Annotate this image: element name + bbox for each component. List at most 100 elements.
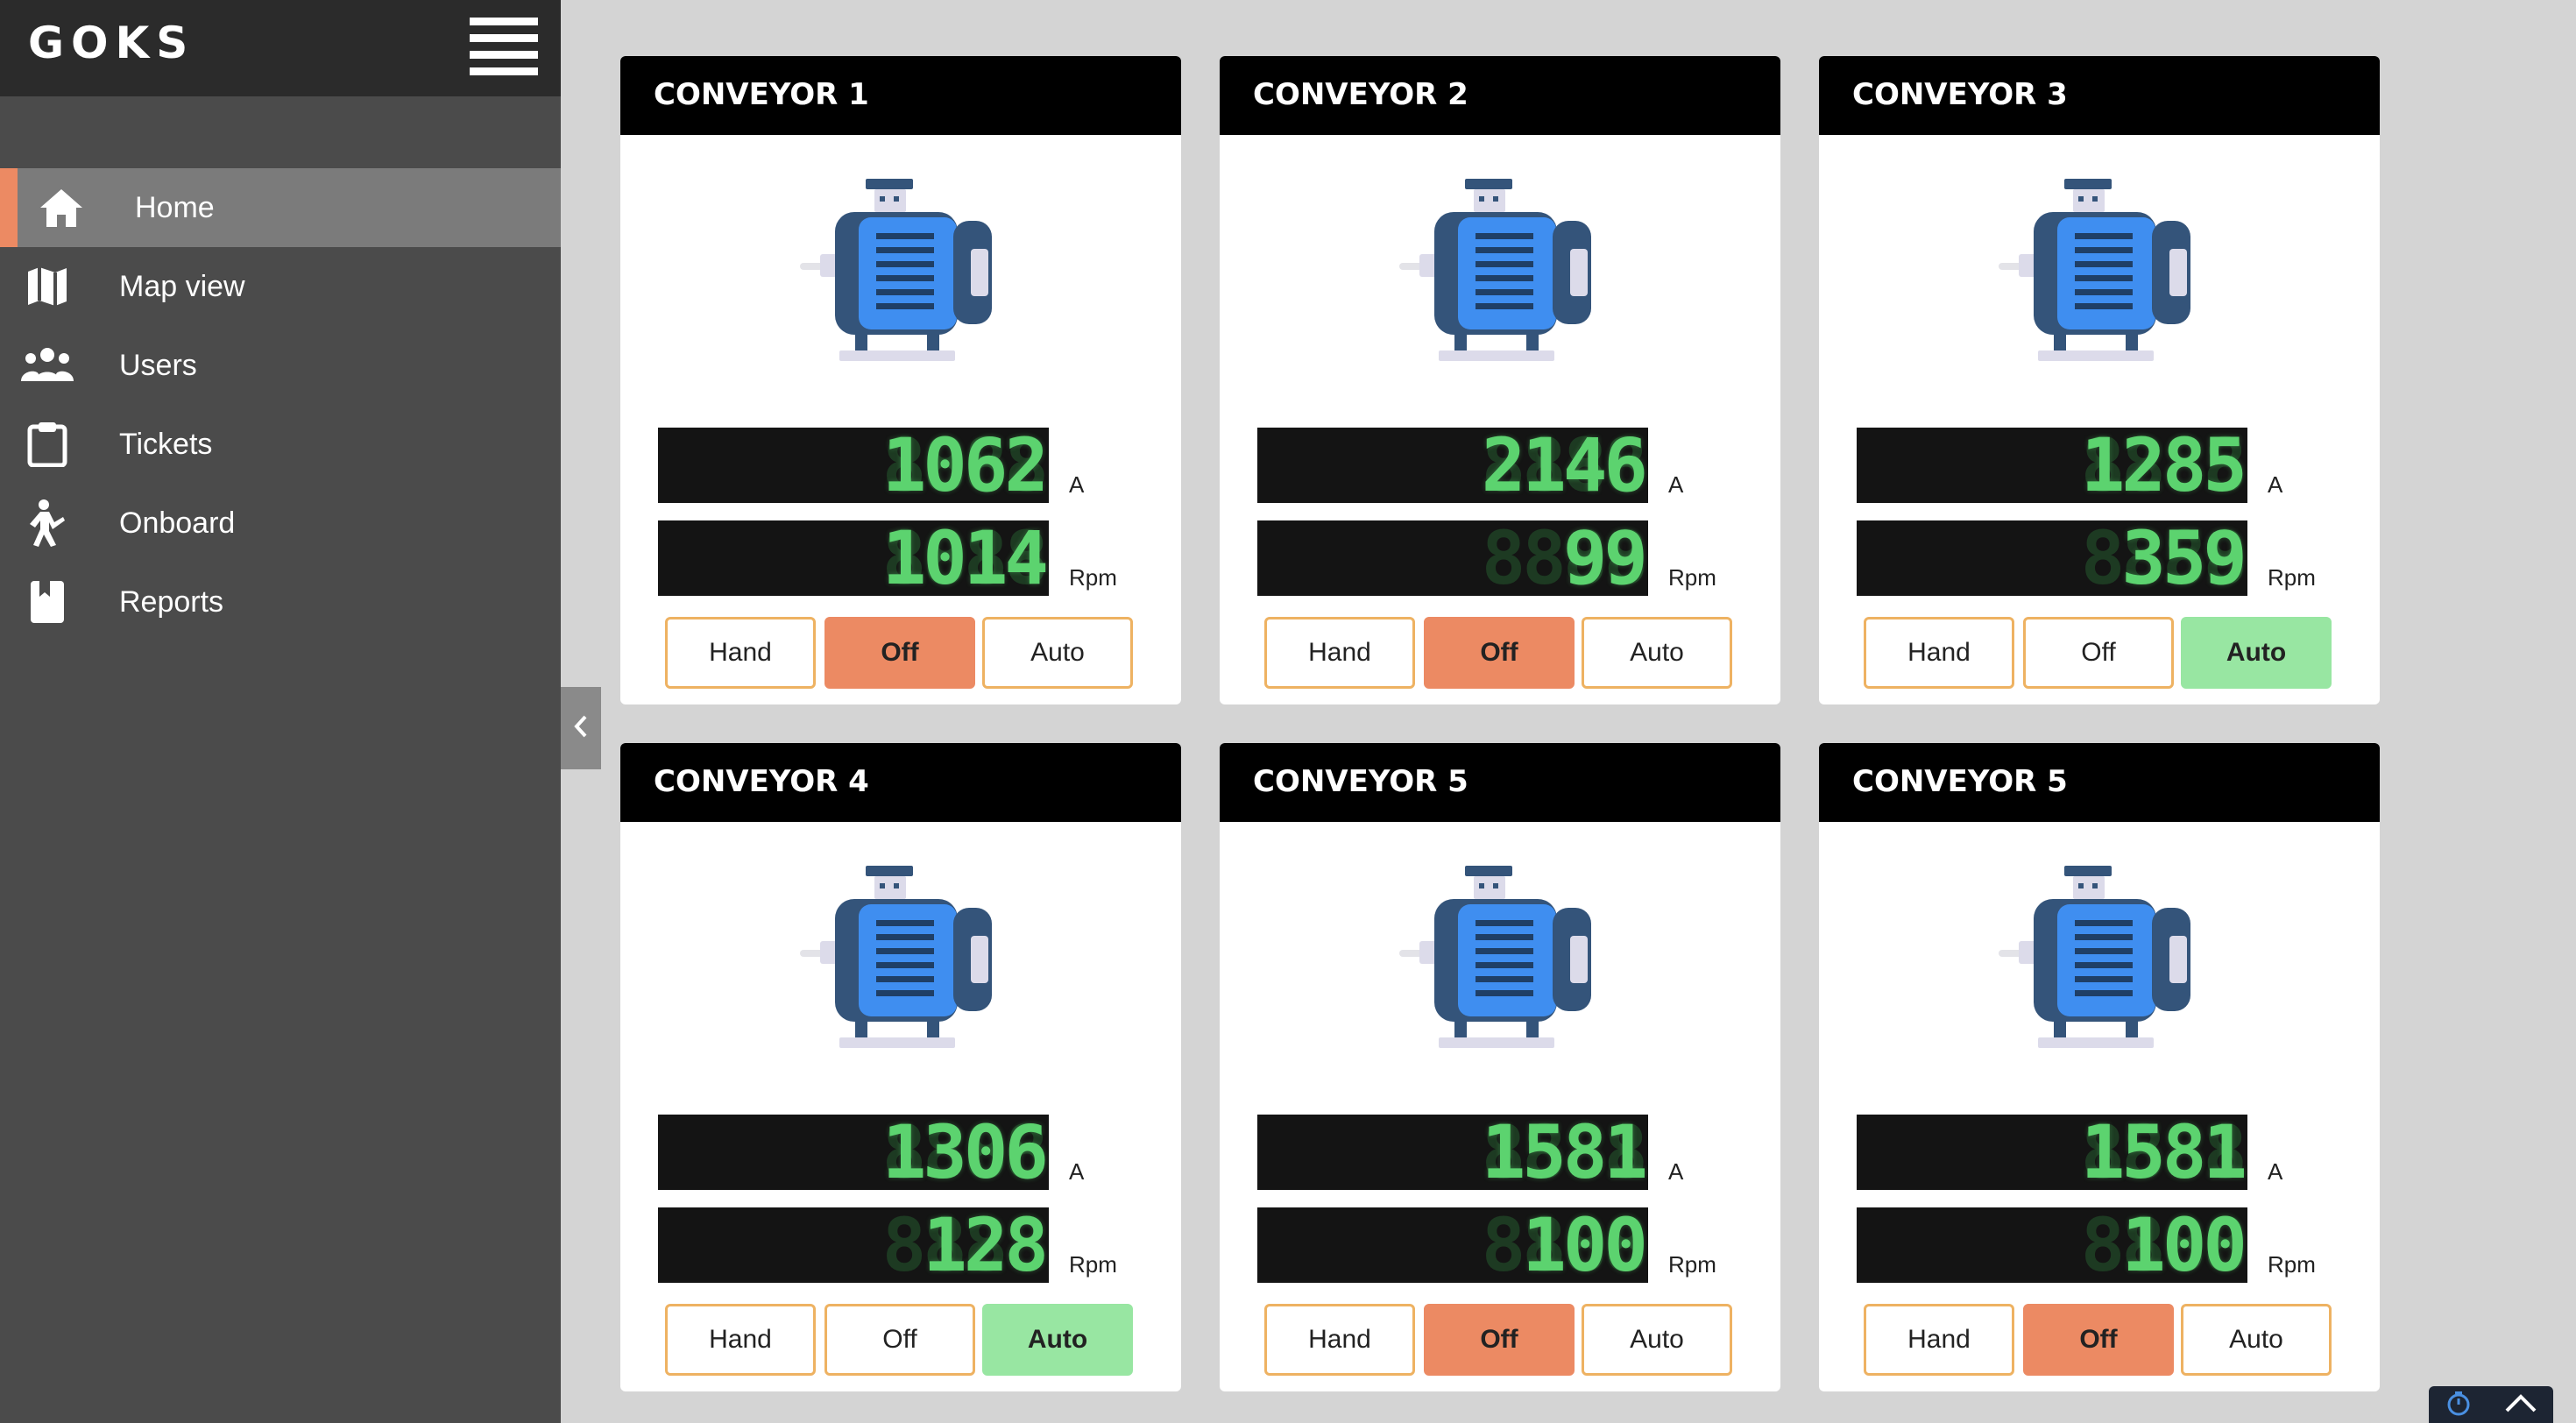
speed-display: 8888 128	[658, 1207, 1049, 1283]
sidebar-item-label: Reports	[119, 585, 224, 619]
speed-unit: Rpm	[2268, 564, 2316, 591]
current-value: 1581	[1481, 1115, 1648, 1190]
hand-button[interactable]: Hand	[1864, 1304, 2014, 1376]
stopwatch-icon[interactable]	[2445, 1389, 2473, 1421]
speed-unit: Rpm	[2268, 1251, 2316, 1278]
current-unit: A	[2268, 471, 2283, 498]
current-display: 8888 1581	[1257, 1115, 1648, 1190]
current-unit: A	[1069, 471, 1085, 498]
sidebar-collapse-button[interactable]	[561, 687, 601, 769]
conveyor-card: CONVEYOR 5 8888 1581 A 8888 100 Rpm Hand…	[1220, 743, 1780, 1391]
hamburger-menu-icon[interactable]	[470, 18, 538, 75]
card-title: CONVEYOR 2	[1253, 77, 1468, 112]
app-logo: GOKS	[28, 18, 195, 68]
speed-display: 8888 100	[1257, 1207, 1648, 1283]
sidebar-item-tickets[interactable]: Tickets	[0, 405, 561, 484]
hand-button[interactable]: Hand	[1264, 1304, 1415, 1376]
sidebar-item-label: Onboard	[119, 506, 236, 540]
speed-unit: Rpm	[1069, 1251, 1117, 1278]
card-header: CONVEYOR 5	[1220, 743, 1780, 822]
hand-button[interactable]: Hand	[1264, 617, 1415, 689]
current-unit: A	[1668, 471, 1684, 498]
hand-button[interactable]: Hand	[665, 617, 816, 689]
map-icon	[21, 263, 74, 310]
sidebar-item-label: Home	[135, 191, 215, 224]
electric-motor-icon	[796, 179, 1006, 363]
sidebar-header: GOKS	[0, 0, 561, 96]
electric-motor-icon	[1994, 179, 2204, 363]
speed-unit: Rpm	[1069, 564, 1117, 591]
speed-display: 8888 359	[1857, 520, 2247, 596]
current-unit: A	[2268, 1158, 2283, 1185]
card-title: CONVEYOR 3	[1852, 77, 2068, 112]
conveyor-card: CONVEYOR 3 8888 1285 A 8888 359 Rpm Hand…	[1819, 56, 2380, 704]
speed-value: 99	[1562, 520, 1648, 596]
speed-unit: Rpm	[1668, 564, 1716, 591]
electric-motor-icon	[1395, 179, 1605, 363]
auto-button[interactable]: Auto	[2181, 617, 2332, 689]
auto-button[interactable]: Auto	[1582, 1304, 1732, 1376]
card-title: CONVEYOR 1	[654, 77, 869, 112]
speed-value: 100	[2121, 1207, 2247, 1283]
sidebar-item-onboard[interactable]: Onboard	[0, 484, 561, 563]
electric-motor-icon	[1994, 866, 2204, 1050]
speed-value: 100	[1522, 1207, 1648, 1283]
card-header: CONVEYOR 1	[620, 56, 1181, 135]
current-display: 8888 1581	[1857, 1115, 2247, 1190]
speed-display: 8888 100	[1857, 1207, 2247, 1283]
sidebar-item-map-view[interactable]: Map view	[0, 247, 561, 326]
conveyor-card: CONVEYOR 4 8888 1306 A 8888 128 Rpm Hand…	[620, 743, 1181, 1391]
current-value: 2146	[1481, 428, 1648, 503]
current-display: 8888 1306	[658, 1115, 1049, 1190]
card-header: CONVEYOR 3	[1819, 56, 2380, 135]
sidebar-item-home[interactable]: Home	[0, 168, 561, 247]
hand-button[interactable]: Hand	[665, 1304, 816, 1376]
card-title: CONVEYOR 5	[1253, 764, 1468, 799]
auto-button[interactable]: Auto	[982, 617, 1133, 689]
card-header: CONVEYOR 4	[620, 743, 1181, 822]
chevron-left-icon	[572, 714, 590, 743]
off-button[interactable]: Off	[1424, 617, 1575, 689]
current-value: 1062	[881, 428, 1049, 503]
sidebar-item-label: Map view	[119, 270, 245, 303]
floating-toolbar[interactable]	[2429, 1386, 2553, 1423]
current-display: 8888 1062	[658, 428, 1049, 503]
auto-button[interactable]: Auto	[1582, 617, 1732, 689]
conveyor-card: CONVEYOR 2 8888 2146 A 8888 99 Rpm Hand …	[1220, 56, 1780, 704]
off-button[interactable]: Off	[2023, 1304, 2174, 1376]
card-title: CONVEYOR 5	[1852, 764, 2068, 799]
off-button[interactable]: Off	[824, 1304, 975, 1376]
clipboard-icon	[21, 421, 74, 468]
sidebar-item-label: Users	[119, 349, 197, 382]
sidebar-item-label: Tickets	[119, 428, 213, 461]
auto-button[interactable]: Auto	[2181, 1304, 2332, 1376]
home-icon	[35, 184, 88, 231]
current-value: 1285	[2080, 428, 2247, 503]
off-button[interactable]: Off	[2023, 617, 2174, 689]
speed-display: 8888 1014	[658, 520, 1049, 596]
book-icon	[21, 578, 74, 626]
electric-motor-icon	[796, 866, 1006, 1050]
sidebar-item-reports[interactable]: Reports	[0, 563, 561, 641]
speed-value: 128	[923, 1207, 1049, 1283]
sidebar-item-users[interactable]: Users	[0, 326, 561, 405]
current-unit: A	[1668, 1158, 1684, 1185]
speed-display: 8888 99	[1257, 520, 1648, 596]
hand-button[interactable]: Hand	[1864, 617, 2014, 689]
card-header: CONVEYOR 5	[1819, 743, 2380, 822]
conveyor-card: CONVEYOR 1 8888 1062 A 8888 1014 Rpm Han…	[620, 56, 1181, 704]
current-unit: A	[1069, 1158, 1085, 1185]
auto-button[interactable]: Auto	[982, 1304, 1133, 1376]
off-button[interactable]: Off	[1424, 1304, 1575, 1376]
current-display: 8888 2146	[1257, 428, 1648, 503]
chevron-up-icon[interactable]	[2503, 1391, 2538, 1419]
speed-value: 1014	[881, 520, 1049, 596]
card-header: CONVEYOR 2	[1220, 56, 1780, 135]
current-value: 1306	[881, 1115, 1049, 1190]
electric-motor-icon	[1395, 866, 1605, 1050]
card-title: CONVEYOR 4	[654, 764, 869, 799]
sidebar: GOKS Home Map view Users Tickets Onboard…	[0, 0, 561, 1423]
speed-value: 359	[2121, 520, 2247, 596]
off-button[interactable]: Off	[824, 617, 975, 689]
speed-unit: Rpm	[1668, 1251, 1716, 1278]
